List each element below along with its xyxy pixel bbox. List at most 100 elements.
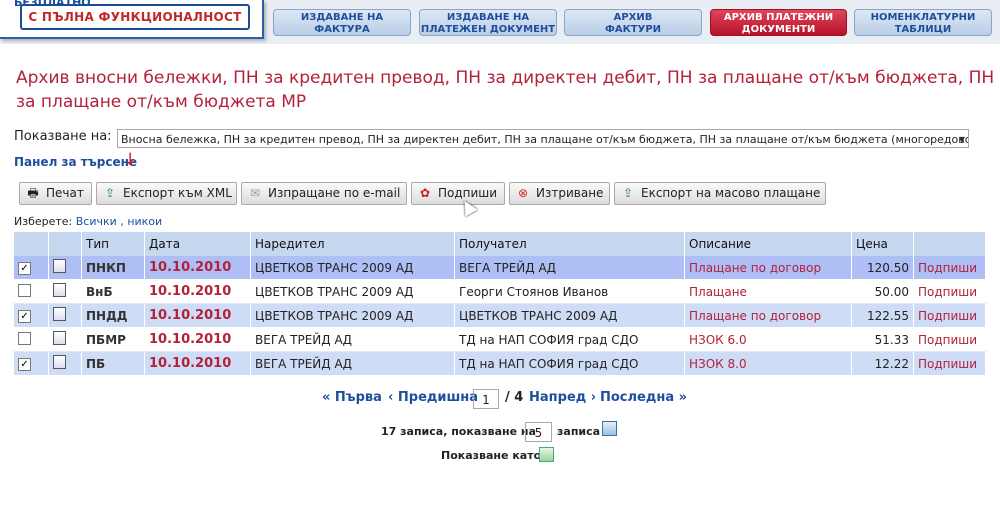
row-description: Плащане по договор bbox=[684, 303, 852, 328]
row-sign-link[interactable]: Подпиши bbox=[913, 256, 986, 280]
pager-prev[interactable]: ‹ Предишна bbox=[388, 390, 478, 405]
export-xml-button[interactable]: ⇪ Експорт към XML bbox=[96, 182, 237, 205]
delete-icon: ⊗ bbox=[517, 186, 529, 200]
row-price: 122.55 bbox=[851, 303, 914, 328]
row-checkbox[interactable] bbox=[18, 331, 31, 345]
row-description: НЗОК 8.0 bbox=[684, 351, 852, 376]
row-description: НЗОК 6.0 bbox=[684, 327, 852, 352]
row-receiver: ВЕГА ТРЕЙД АД bbox=[454, 256, 685, 280]
excel-icon[interactable] bbox=[539, 447, 554, 462]
export-icon: ⇪ bbox=[104, 186, 116, 200]
nav-tab-invoice[interactable]: ИЗДАВАНЕ НА ФАКТУРА bbox=[273, 9, 411, 36]
arrow-down-icon[interactable]: ↓ bbox=[123, 150, 137, 170]
printer-icon: 🖶 bbox=[27, 186, 39, 200]
row-type: ВнБ bbox=[81, 279, 145, 304]
chevron-down-icon: ▼ bbox=[958, 135, 965, 144]
print-button[interactable]: 🖶 Печат bbox=[19, 182, 92, 205]
document-icon[interactable] bbox=[53, 307, 66, 321]
row-date: 10.10.2010 bbox=[144, 303, 251, 328]
table-row[interactable]: ✓ ПНДД 10.10.2010 ЦВЕТКОВ ТРАНС 2009 АД … bbox=[14, 303, 986, 328]
pager-next[interactable]: Напред › bbox=[529, 390, 596, 405]
row-price: 120.50 bbox=[851, 256, 914, 280]
row-date: 10.10.2010 bbox=[144, 279, 251, 304]
pager-total: / 4 bbox=[505, 390, 524, 405]
row-receiver: Георги Стоянов Иванов bbox=[454, 279, 685, 304]
document-icon[interactable] bbox=[53, 331, 66, 345]
nav-tab-nomenclature[interactable]: НОМЕНКЛАТУРНИ ТАБЛИЦИ bbox=[854, 9, 992, 36]
document-type-select[interactable]: Вносна бележка, ПН за кредитен превод, П… bbox=[117, 129, 969, 148]
row-checkbox[interactable]: ✓ bbox=[18, 262, 31, 275]
email-button[interactable]: ✉ Изпращане по e-mail bbox=[241, 182, 407, 205]
row-date: 10.10.2010 bbox=[144, 327, 251, 352]
row-sign-link[interactable]: Подпиши bbox=[913, 327, 986, 352]
col-price[interactable]: Цена bbox=[851, 232, 914, 256]
table-row[interactable]: ✓ ПБ 10.10.2010 ВЕГА ТРЕЙД АД ТД на НАП … bbox=[14, 351, 986, 376]
row-type: ПНДД bbox=[81, 303, 145, 328]
col-date[interactable]: Дата bbox=[144, 232, 251, 256]
records-per-page-input[interactable]: 5 bbox=[525, 422, 552, 442]
row-sign-link[interactable]: Подпиши bbox=[913, 303, 986, 328]
mass-export-button[interactable]: ⇪ Експорт на масово плащане bbox=[614, 182, 826, 205]
row-type: ПНКП bbox=[81, 256, 145, 280]
row-receiver: ТД на НАП СОФИЯ град СДО bbox=[454, 351, 685, 376]
search-panel-link[interactable]: Панел за търсене bbox=[14, 155, 137, 169]
table-row[interactable]: ПБМР 10.10.2010 ВЕГА ТРЕЙД АД ТД на НАП … bbox=[14, 327, 986, 352]
delete-button[interactable]: ⊗ Изтриване bbox=[509, 182, 610, 205]
table-header: Тип Дата Наредител Получател Описание Це… bbox=[14, 232, 986, 256]
row-price: 12.22 bbox=[851, 351, 914, 376]
row-description: Плащане по договор bbox=[684, 256, 852, 280]
row-price: 51.33 bbox=[851, 327, 914, 352]
row-checkbox[interactable] bbox=[18, 283, 31, 297]
col-receiver[interactable]: Получател bbox=[454, 232, 685, 256]
row-sender: ВЕГА ТРЕЙД АД bbox=[250, 327, 455, 352]
col-type[interactable]: Тип bbox=[81, 232, 145, 256]
export-icon: ⇪ bbox=[622, 186, 634, 200]
select-label: Изберете: bbox=[14, 215, 73, 228]
document-icon[interactable] bbox=[53, 283, 66, 297]
row-receiver: ТД на НАП СОФИЯ град СДО bbox=[454, 327, 685, 352]
nav-tab-payment-doc[interactable]: ИЗДАВАНЕ НА ПЛАТЕЖЕН ДОКУМЕНТ bbox=[419, 9, 557, 36]
show-label: Показване на: bbox=[14, 129, 112, 144]
show-as-label: Показване като: bbox=[441, 449, 546, 462]
row-type: ПБМР bbox=[81, 327, 145, 352]
row-sender: ЦВЕТКОВ ТРАНС 2009 АД bbox=[250, 303, 455, 328]
page-title: Архив вносни бележки, ПН за кредитен пре… bbox=[16, 68, 995, 112]
col-sender[interactable]: Наредител bbox=[250, 232, 455, 256]
row-date: 10.10.2010 bbox=[144, 256, 251, 280]
row-type: ПБ bbox=[81, 351, 145, 376]
nav-tab-payment-archive[interactable]: АРХИВ ПЛАТЕЖНИ ДОКУМЕНТИ bbox=[710, 9, 847, 36]
row-sign-link[interactable]: Подпиши bbox=[913, 351, 986, 376]
page-number-input[interactable]: 1 bbox=[473, 389, 499, 409]
document-icon[interactable] bbox=[53, 259, 66, 273]
row-sender: ЦВЕТКОВ ТРАНС 2009 АД bbox=[250, 279, 455, 304]
sign-button[interactable]: ✿ Подпиши bbox=[411, 182, 505, 205]
table-row[interactable]: ВнБ 10.10.2010 ЦВЕТКОВ ТРАНС 2009 АД Гео… bbox=[14, 279, 986, 304]
email-icon: ✉ bbox=[249, 186, 261, 200]
row-checkbox[interactable]: ✓ bbox=[18, 358, 31, 371]
row-date: 10.10.2010 bbox=[144, 351, 251, 376]
select-value: Вносна бележка, ПН за кредитен превод, П… bbox=[121, 133, 969, 146]
records-suffix: записа bbox=[557, 425, 601, 438]
document-icon[interactable] bbox=[53, 355, 66, 369]
select-none-link[interactable]: никои bbox=[127, 215, 162, 228]
ribbon-icon: ✿ bbox=[419, 186, 431, 200]
grid-settings-icon[interactable] bbox=[602, 421, 617, 436]
col-description[interactable]: Описание bbox=[684, 232, 852, 256]
logo: БЕЗПЛАТНО С ПЪЛНА ФУНКЦИОНАЛНОСТ bbox=[0, 0, 264, 39]
select-all-link[interactable]: Всички bbox=[76, 215, 117, 228]
row-sender: ВЕГА ТРЕЙД АД bbox=[250, 351, 455, 376]
logo-subtitle: С ПЪЛНА ФУНКЦИОНАЛНОСТ bbox=[20, 4, 250, 30]
row-description: Плащане bbox=[684, 279, 852, 304]
row-sender: ЦВЕТКОВ ТРАНС 2009 АД bbox=[250, 256, 455, 280]
row-checkbox[interactable]: ✓ bbox=[18, 310, 31, 323]
records-prefix: 17 записа, показване на bbox=[381, 425, 536, 438]
table-row[interactable]: ✓ ПНКП 10.10.2010 ЦВЕТКОВ ТРАНС 2009 АД … bbox=[14, 256, 986, 280]
nav-tab-invoice-archive[interactable]: АРХИВ ФАКТУРИ bbox=[564, 9, 702, 36]
row-sign-link[interactable]: Подпиши bbox=[913, 279, 986, 304]
row-receiver: ЦВЕТКОВ ТРАНС 2009 АД bbox=[454, 303, 685, 328]
pager-first[interactable]: « Първа bbox=[322, 390, 382, 405]
pager-last[interactable]: Последна » bbox=[600, 390, 687, 405]
row-price: 50.00 bbox=[851, 279, 914, 304]
select-line: Изберете: Всички , никои bbox=[14, 215, 163, 228]
documents-table: Тип Дата Наредител Получател Описание Це… bbox=[14, 232, 986, 376]
